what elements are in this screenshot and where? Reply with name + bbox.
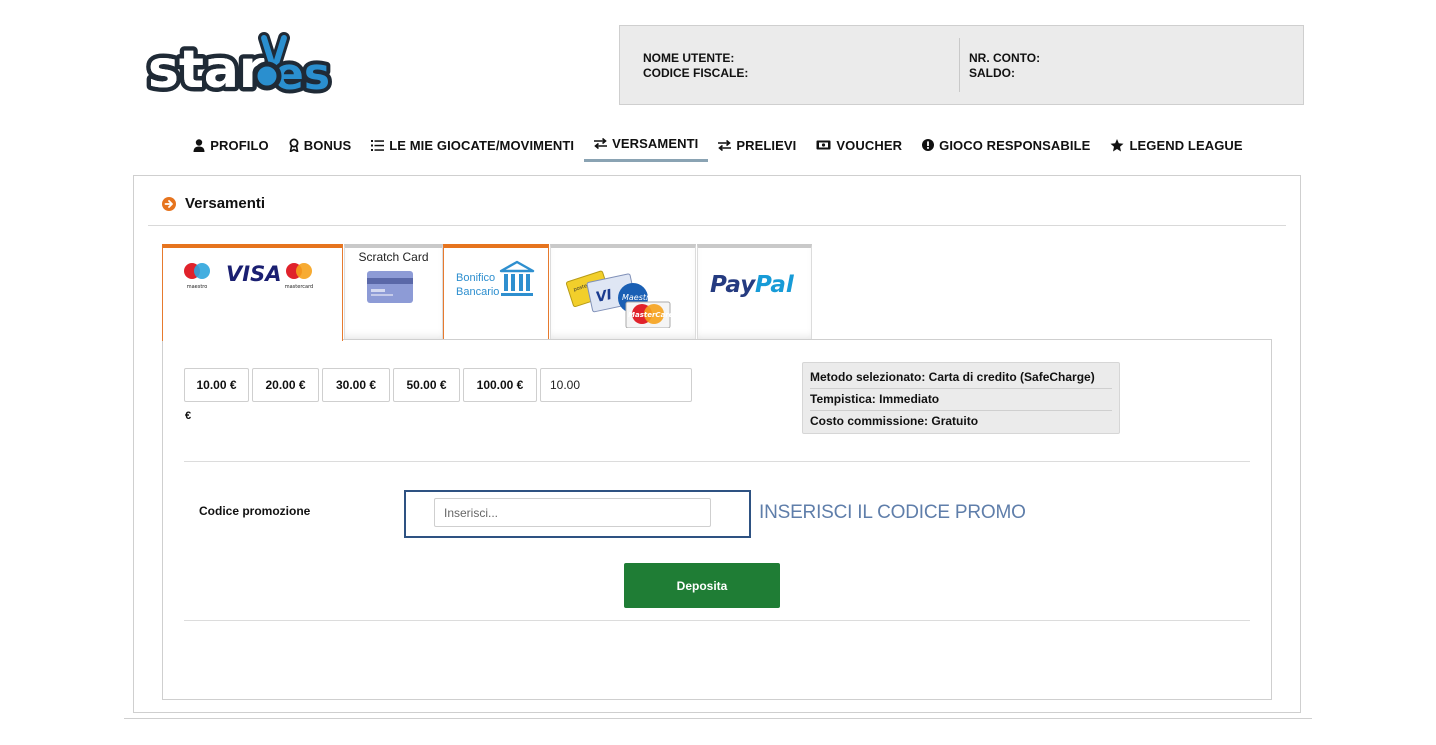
promo-code-label: Codice promozione [199, 504, 311, 518]
svg-text:es: es [274, 49, 330, 98]
form-divider [184, 620, 1250, 621]
selected-method-text: Metodo selezionato: Carta di credito (Sa… [810, 367, 1112, 389]
nav-label: PROFILO [210, 137, 269, 153]
starves-logo-icon: star star es [144, 32, 334, 105]
tab-prepaid-cards[interactable]: postepay VI Maestro MasterCard [550, 244, 696, 340]
panel-title-text: Versamenti [185, 195, 266, 212]
nav-item-profilo[interactable]: PROFILO [183, 128, 278, 162]
tab-paypal[interactable]: Pay Pal [697, 244, 812, 340]
balance-label: SALDO: [969, 66, 1015, 80]
account-divider [959, 38, 960, 92]
nav-label: LE MIE GIOCATE/MOVIMENTI [389, 137, 575, 153]
deposit-button[interactable]: Deposita [624, 563, 780, 608]
footer-divider [124, 718, 1312, 719]
promo-highlight-frame [404, 490, 751, 538]
tab-bank-label: Bonifico Bancario [456, 272, 500, 298]
amount-input[interactable] [540, 368, 692, 402]
form-divider [184, 461, 1250, 462]
tab-scratch-card[interactable]: Scratch Card [344, 244, 443, 340]
prepaid-cards-icon: postepay VI Maestro MasterCard [566, 270, 675, 328]
svg-text:VISA: VISA [226, 262, 281, 286]
tab-credit-card[interactable]: maestro VISA mastercard [162, 244, 343, 341]
payment-method-info: Metodo selezionato: Carta di credito (Sa… [802, 362, 1120, 434]
arrow-circle-right-icon [162, 196, 176, 211]
amount-button-50[interactable]: 50.00 € [393, 368, 460, 402]
user-icon [193, 138, 205, 152]
nav-label: BONUS [303, 137, 352, 153]
nav-item-voucher[interactable]: VOUCHER [806, 128, 912, 162]
nav-label: GIOCO RESPONSABILE [939, 137, 1091, 153]
svg-text:Pay: Pay [710, 272, 756, 298]
card-logos-icon: maestro VISA mastercard [184, 262, 313, 290]
amount-button-30[interactable]: 30.00 € [322, 368, 390, 402]
nav-item-versamenti[interactable]: VERSAMENTI [584, 128, 709, 162]
account-info-right: NR. CONTO: SALDO: [969, 51, 1040, 81]
paypal-logo-icon: Pay Pal [710, 272, 795, 298]
fee-text: Costo commissione: Gratuito [810, 414, 979, 428]
panel-title: Versamenti [162, 195, 265, 212]
currency-label: € [185, 410, 192, 422]
panel-divider [148, 225, 1286, 226]
nav-label: LEGEND LEAGUE [1129, 137, 1243, 153]
bank-icon [499, 260, 535, 296]
tab-bank-transfer[interactable]: Bonifico Bancario [443, 244, 549, 340]
nav-item-prelievi[interactable]: PRELIEVI [708, 128, 806, 162]
ticket-icon [816, 140, 831, 150]
username-label: NOME UTENTE: [643, 51, 735, 65]
svg-text:MasterCard: MasterCard [628, 311, 675, 319]
main-nav: PROFILO BONUS LE MIE GIOCATE/MOVIMENTI V… [0, 128, 1436, 166]
svg-text:Pal: Pal [755, 272, 795, 298]
star-icon [1110, 138, 1124, 151]
nav-label: PRELIEVI [736, 137, 797, 153]
account-number-label: NR. CONTO: [969, 51, 1041, 65]
card-icon [367, 271, 413, 303]
account-info-left: NOME UTENTE: CODICE FISCALE: [643, 51, 748, 81]
amount-button-100[interactable]: 100.00 € [463, 368, 537, 402]
fiscal-code-label: CODICE FISCALE: [643, 66, 749, 80]
timing-text: Tempistica: Immediato [810, 389, 1112, 411]
list-icon [371, 139, 385, 151]
promo-hint-text: INSERISCI IL CODICE PROMO [759, 502, 1026, 523]
nav-label: VERSAMENTI [612, 136, 699, 151]
svg-text:star: star [148, 40, 265, 98]
award-icon [289, 138, 299, 152]
nav-label: VOUCHER [836, 137, 903, 153]
transfer-icon [594, 138, 608, 149]
svg-text:mastercard: mastercard [285, 284, 313, 290]
deposit-panel: Versamenti maestro VISA mastercard Scrat… [133, 175, 1301, 713]
svg-text:VI: VI [594, 287, 613, 306]
site-logo[interactable]: star star es [144, 30, 356, 105]
account-summary: NOME UTENTE: CODICE FISCALE: NR. CONTO: … [619, 25, 1304, 105]
amount-button-20[interactable]: 20.00 € [252, 368, 319, 402]
svg-text:Maestro: Maestro [622, 293, 654, 302]
info-circle-icon [922, 139, 935, 151]
deposit-form: 10.00 € 20.00 € 30.00 € 50.00 € 100.00 €… [162, 339, 1272, 700]
transfer-icon [718, 139, 732, 151]
svg-text:maestro: maestro [187, 284, 208, 290]
promo-code-input[interactable] [434, 498, 711, 527]
nav-item-legend-league[interactable]: LEGEND LEAGUE [1100, 128, 1252, 162]
nav-item-giocate[interactable]: LE MIE GIOCATE/MOVIMENTI [361, 128, 584, 162]
tab-scratch-card-label: Scratch Card [358, 250, 429, 264]
nav-item-bonus[interactable]: BONUS [279, 128, 361, 162]
amount-button-10[interactable]: 10.00 € [184, 368, 249, 402]
nav-item-gioco-responsabile[interactable]: GIOCO RESPONSABILE [912, 128, 1100, 162]
